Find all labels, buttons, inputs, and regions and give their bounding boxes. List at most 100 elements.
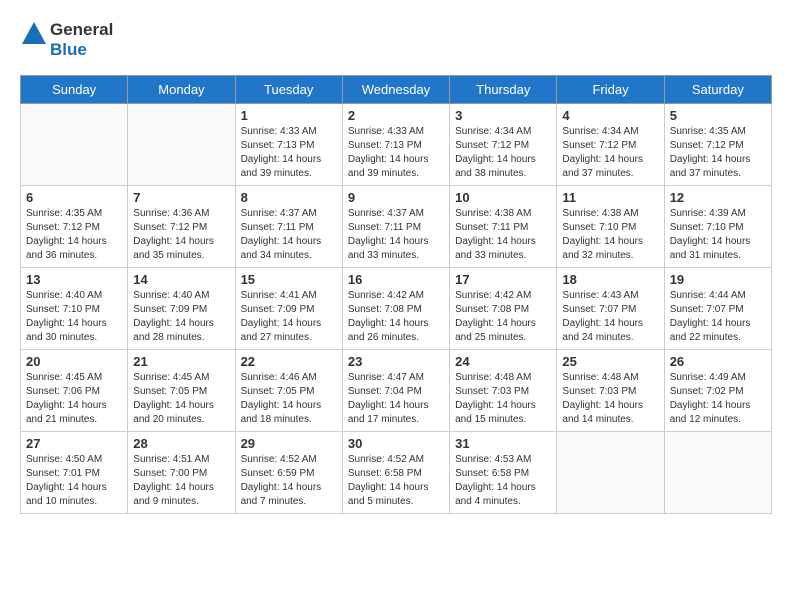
calendar-cell: 7Sunrise: 4:36 AM Sunset: 7:12 PM Daylig…	[128, 186, 235, 268]
day-number: 9	[348, 190, 444, 205]
calendar-cell: 31 Sunrise: 4:53 AM Sunset: 6:58 PM Dayli…	[450, 432, 557, 514]
week-row-2: 6Sunrise: 4:35 AM Sunset: 7:12 PM Daylig…	[21, 186, 772, 268]
weekday-tuesday: Tuesday	[235, 76, 342, 104]
day-number: 22	[241, 354, 337, 369]
calendar-cell: 13 Sunrise: 4:40 AM Sunset: 7:10 PM Dayli…	[21, 268, 128, 350]
calendar-cell: 18Sunrise: 4:43 AM Sunset: 7:07 PM Dayli…	[557, 268, 664, 350]
day-number: 15	[241, 272, 337, 287]
day-number: 17	[455, 272, 551, 287]
day-info: Sunrise: 4:42 AM Sunset: 7:08 PM Dayligh…	[348, 289, 444, 345]
calendar-cell: 22 Sunrise: 4:46 AM Sunset: 7:05 PM Dayli…	[235, 350, 342, 432]
day-info: Sunrise: 4:38 AM Sunset: 7:11 PM Dayligh…	[455, 207, 551, 263]
calendar: SundayMondayTuesdayWednesdayThursdayFrid…	[20, 75, 772, 514]
day-info: Sunrise: 4:44 AM Sunset: 7:07 PM Dayligh…	[670, 289, 766, 345]
day-number: 16	[348, 272, 444, 287]
day-info: Sunrise: 4:34 AM Sunset: 7:12 PM Dayligh…	[562, 125, 658, 181]
day-number: 8	[241, 190, 337, 205]
day-number: 3	[455, 108, 551, 123]
page: General Blue SundayMondayTuesdayWednesda…	[0, 0, 792, 534]
day-number: 30	[348, 436, 444, 451]
day-info: Sunrise: 4:53 AM Sunset: 6:58 PM Dayligh…	[455, 453, 551, 509]
day-number: 27	[26, 436, 122, 451]
day-number: 25	[562, 354, 658, 369]
day-info: Sunrise: 4:50 AM Sunset: 7:01 PM Dayligh…	[26, 453, 122, 509]
day-info: Sunrise: 4:36 AM Sunset: 7:12 PM Dayligh…	[133, 207, 229, 263]
day-number: 11	[562, 190, 658, 205]
calendar-cell: 9 Sunrise: 4:37 AM Sunset: 7:11 PM Daylig…	[342, 186, 449, 268]
header: General Blue	[20, 20, 772, 60]
day-info: Sunrise: 4:37 AM Sunset: 7:11 PM Dayligh…	[348, 207, 444, 263]
calendar-cell: 3 Sunrise: 4:34 AM Sunset: 7:12 PM Daylig…	[450, 104, 557, 186]
logo-blue: Blue	[50, 40, 87, 59]
day-number: 18	[562, 272, 658, 287]
week-row-1: 1Sunrise: 4:33 AM Sunset: 7:13 PM Daylig…	[21, 104, 772, 186]
weekday-monday: Monday	[128, 76, 235, 104]
day-info: Sunrise: 4:48 AM Sunset: 7:03 PM Dayligh…	[562, 371, 658, 427]
day-info: Sunrise: 4:34 AM Sunset: 7:12 PM Dayligh…	[455, 125, 551, 181]
calendar-cell: 1Sunrise: 4:33 AM Sunset: 7:13 PM Daylig…	[235, 104, 342, 186]
calendar-cell: 15 Sunrise: 4:41 AM Sunset: 7:09 PM Dayli…	[235, 268, 342, 350]
day-number: 26	[670, 354, 766, 369]
day-number: 12	[670, 190, 766, 205]
calendar-cell	[21, 104, 128, 186]
day-info: Sunrise: 4:40 AM Sunset: 7:09 PM Dayligh…	[133, 289, 229, 345]
calendar-cell: 5 Sunrise: 4:35 AM Sunset: 7:12 PM Daylig…	[664, 104, 771, 186]
day-info: Sunrise: 4:39 AM Sunset: 7:10 PM Dayligh…	[670, 207, 766, 263]
weekday-sunday: Sunday	[21, 76, 128, 104]
calendar-cell: 20 Sunrise: 4:45 AM Sunset: 7:06 PM Dayli…	[21, 350, 128, 432]
day-info: Sunrise: 4:51 AM Sunset: 7:00 PM Dayligh…	[133, 453, 229, 509]
calendar-cell: 29 Sunrise: 4:52 AM Sunset: 6:59 PM Dayli…	[235, 432, 342, 514]
day-number: 28	[133, 436, 229, 451]
day-number: 13	[26, 272, 122, 287]
day-info: Sunrise: 4:41 AM Sunset: 7:09 PM Dayligh…	[241, 289, 337, 345]
day-info: Sunrise: 4:38 AM Sunset: 7:10 PM Dayligh…	[562, 207, 658, 263]
week-row-3: 13 Sunrise: 4:40 AM Sunset: 7:10 PM Dayli…	[21, 268, 772, 350]
week-row-5: 27 Sunrise: 4:50 AM Sunset: 7:01 PM Dayli…	[21, 432, 772, 514]
day-info: Sunrise: 4:40 AM Sunset: 7:10 PM Dayligh…	[26, 289, 122, 345]
day-info: Sunrise: 4:35 AM Sunset: 7:12 PM Dayligh…	[26, 207, 122, 263]
calendar-cell: 21 Sunrise: 4:45 AM Sunset: 7:05 PM Dayli…	[128, 350, 235, 432]
day-info: Sunrise: 4:33 AM Sunset: 7:13 PM Dayligh…	[241, 125, 337, 181]
weekday-header-row: SundayMondayTuesdayWednesdayThursdayFrid…	[21, 76, 772, 104]
day-number: 19	[670, 272, 766, 287]
day-number: 21	[133, 354, 229, 369]
day-number: 5	[670, 108, 766, 123]
calendar-cell: 10 Sunrise: 4:38 AM Sunset: 7:11 PM Dayli…	[450, 186, 557, 268]
day-number: 10	[455, 190, 551, 205]
day-info: Sunrise: 4:46 AM Sunset: 7:05 PM Dayligh…	[241, 371, 337, 427]
weekday-friday: Friday	[557, 76, 664, 104]
day-info: Sunrise: 4:33 AM Sunset: 7:13 PM Dayligh…	[348, 125, 444, 181]
day-number: 4	[562, 108, 658, 123]
calendar-cell: 6Sunrise: 4:35 AM Sunset: 7:12 PM Daylig…	[21, 186, 128, 268]
calendar-cell: 16 Sunrise: 4:42 AM Sunset: 7:08 PM Dayli…	[342, 268, 449, 350]
calendar-cell: 28 Sunrise: 4:51 AM Sunset: 7:00 PM Dayli…	[128, 432, 235, 514]
logo: General Blue	[20, 20, 113, 60]
calendar-cell: 24Sunrise: 4:48 AM Sunset: 7:03 PM Dayli…	[450, 350, 557, 432]
day-number: 23	[348, 354, 444, 369]
day-number: 31	[455, 436, 551, 451]
calendar-cell: 30 Sunrise: 4:52 AM Sunset: 6:58 PM Dayli…	[342, 432, 449, 514]
day-number: 14	[133, 272, 229, 287]
day-info: Sunrise: 4:45 AM Sunset: 7:06 PM Dayligh…	[26, 371, 122, 427]
day-number: 20	[26, 354, 122, 369]
calendar-cell: 17 Sunrise: 4:42 AM Sunset: 7:08 PM Dayli…	[450, 268, 557, 350]
day-info: Sunrise: 4:52 AM Sunset: 6:59 PM Dayligh…	[241, 453, 337, 509]
calendar-cell	[128, 104, 235, 186]
weekday-thursday: Thursday	[450, 76, 557, 104]
calendar-cell: 14 Sunrise: 4:40 AM Sunset: 7:09 PM Dayli…	[128, 268, 235, 350]
logo-icon	[20, 20, 48, 48]
calendar-cell: 19 Sunrise: 4:44 AM Sunset: 7:07 PM Dayli…	[664, 268, 771, 350]
day-info: Sunrise: 4:35 AM Sunset: 7:12 PM Dayligh…	[670, 125, 766, 181]
calendar-cell: 4 Sunrise: 4:34 AM Sunset: 7:12 PM Daylig…	[557, 104, 664, 186]
calendar-cell: 25 Sunrise: 4:48 AM Sunset: 7:03 PM Dayli…	[557, 350, 664, 432]
calendar-cell: 26Sunrise: 4:49 AM Sunset: 7:02 PM Dayli…	[664, 350, 771, 432]
day-info: Sunrise: 4:52 AM Sunset: 6:58 PM Dayligh…	[348, 453, 444, 509]
day-number: 29	[241, 436, 337, 451]
calendar-cell: 23Sunrise: 4:47 AM Sunset: 7:04 PM Dayli…	[342, 350, 449, 432]
day-info: Sunrise: 4:37 AM Sunset: 7:11 PM Dayligh…	[241, 207, 337, 263]
calendar-cell: 8 Sunrise: 4:37 AM Sunset: 7:11 PM Daylig…	[235, 186, 342, 268]
day-info: Sunrise: 4:42 AM Sunset: 7:08 PM Dayligh…	[455, 289, 551, 345]
weekday-saturday: Saturday	[664, 76, 771, 104]
logo-general: General	[50, 20, 113, 39]
day-info: Sunrise: 4:45 AM Sunset: 7:05 PM Dayligh…	[133, 371, 229, 427]
